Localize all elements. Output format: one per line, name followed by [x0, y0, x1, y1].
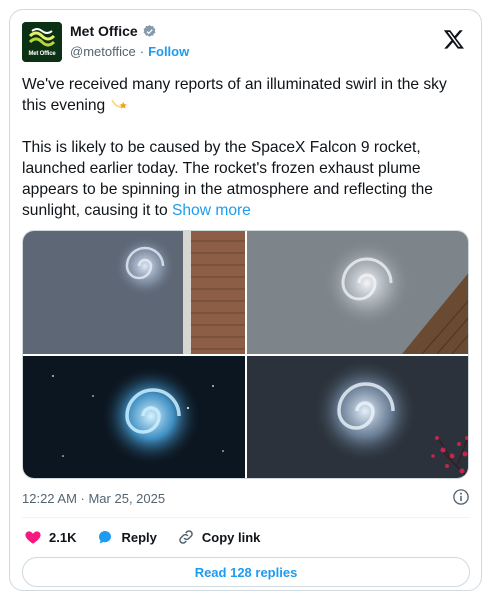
avatar[interactable]: Met Office	[22, 22, 62, 62]
like-button[interactable]: 2.1K	[24, 528, 76, 546]
tweet-paragraph-2: This is likely to be caused by the Space…	[22, 139, 433, 219]
handle-separator: ·	[139, 44, 145, 59]
display-name[interactable]: Met Office	[70, 23, 138, 39]
show-more-link[interactable]: Show more	[172, 202, 251, 219]
tweet-meta: 12:22 AM · Mar 25, 2025	[22, 488, 470, 510]
heart-icon	[25, 531, 41, 544]
info-icon[interactable]	[452, 488, 470, 506]
like-count: 2.1K	[49, 529, 77, 545]
photo-swirl-rooftop[interactable]	[247, 231, 468, 354]
action-bar: 2.1K Reply Copy link	[24, 525, 280, 549]
reply-button[interactable]: Reply	[96, 528, 157, 546]
tweet-paragraph-1: We've received many reports of an illumi…	[22, 76, 447, 114]
avatar-label: Met Office	[28, 51, 56, 57]
media-grid	[22, 230, 469, 479]
timestamp-link[interactable]: 12:22 AM · Mar 25, 2025	[22, 491, 165, 506]
read-replies-button[interactable]: Read 128 replies	[22, 557, 470, 587]
divider	[22, 517, 470, 518]
verified-badge-icon	[143, 24, 156, 37]
reply-bubble-icon	[99, 531, 112, 544]
handle[interactable]: @metoffice	[70, 44, 136, 59]
shooting-star-icon	[110, 99, 127, 109]
photo-swirl-dark-sky[interactable]	[23, 356, 245, 478]
link-icon	[179, 530, 193, 544]
photo-swirl-brick-wall[interactable]	[23, 231, 245, 354]
copy-link-button[interactable]: Copy link	[177, 528, 261, 546]
tweet-card: Met Office Met Office @metoffice · Follo…	[9, 9, 482, 591]
photo-swirl-tree[interactable]	[247, 356, 468, 478]
follow-button[interactable]: Follow	[148, 44, 189, 59]
tweet-header: Met Office Met Office @metoffice · Follo…	[22, 22, 469, 66]
reply-label: Reply	[121, 529, 157, 545]
x-logo-icon[interactable]	[443, 28, 465, 50]
copy-link-label: Copy link	[201, 529, 261, 545]
tweet-text: We've received many reports of an illumi…	[22, 74, 470, 221]
